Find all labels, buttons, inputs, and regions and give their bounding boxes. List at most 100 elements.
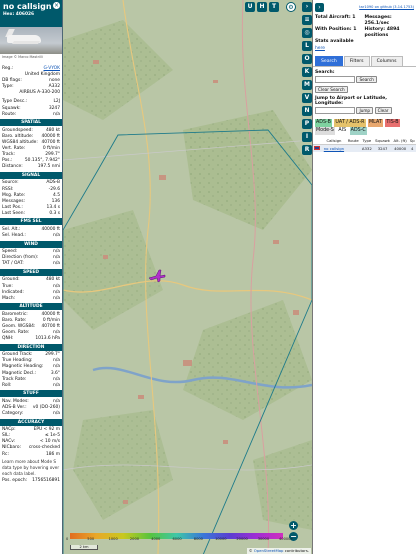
total-aircraft-label: Total Aircraft: [315, 15, 351, 20]
reset-map-icon[interactable]: ◎ [302, 28, 312, 38]
info-row: Category: n/a [0, 411, 62, 417]
legend-label: 4000 [151, 537, 161, 541]
map-button-l[interactable]: L [302, 41, 312, 51]
pos-epoch-row: Pos. epoch: 1756516891 [0, 478, 62, 484]
search-input[interactable] [315, 76, 355, 83]
table-header[interactable]: Sp [408, 137, 416, 145]
map-button-n[interactable]: N [302, 106, 312, 116]
map[interactable]: + − [63, 0, 312, 554]
source-flags: ADS-B UAT / ADS-R MLAT TIS-B Mode-S AIS … [313, 117, 416, 137]
map-button-r[interactable]: R [302, 145, 312, 155]
legend-label: 30000 [257, 537, 270, 541]
stats-link[interactable]: here [313, 46, 416, 51]
flag-adsb[interactable]: ADS-B [315, 119, 332, 127]
map-button-o[interactable]: O [302, 54, 312, 64]
aircraft-table: Callsign Route Type Squawk Alt. (ft) Sp no ca… [313, 137, 416, 152]
sidebar: › tar1090 on github (3.14.1753) Total Ai… [312, 0, 416, 554]
info-row-label: TAT / OAT: [2, 261, 24, 267]
map-button-t[interactable]: T [269, 2, 279, 12]
clear-search-button[interactable]: Clear Search [315, 86, 348, 93]
flag-tisb[interactable]: TIS-B [385, 119, 400, 127]
info-row-value: n/a [53, 411, 60, 417]
legend-label: 500 [87, 537, 95, 541]
info-row: TAT / OAT: n/a [0, 261, 62, 267]
legend-label: 6000 [172, 537, 182, 541]
photo-credit: Image © Marco Mastrilli [2, 55, 43, 59]
zoom-in-button[interactable]: + [289, 521, 298, 530]
table-header[interactable]: Type [360, 137, 374, 145]
github-link[interactable]: tar1090 on github (3.14.1753) [359, 5, 414, 9]
hex-label: Hex: [3, 12, 15, 17]
close-icon[interactable]: × [53, 2, 60, 9]
aircraft-photo[interactable] [0, 27, 62, 54]
legend-label: 40000+ [279, 537, 294, 541]
table-header[interactable] [313, 137, 322, 145]
hex-code: Hex: 406026 [3, 12, 59, 17]
info-row: Sel. Head.: n/a [0, 233, 62, 239]
flag-ais[interactable]: AIS [337, 127, 348, 135]
with-position: With Position: 1 [315, 27, 365, 39]
osm-link[interactable]: OpenStreetMap [254, 548, 284, 553]
pos-epoch-value: 1756516891 [32, 477, 60, 483]
info-row-value: n/a [53, 295, 60, 301]
hex-value: 406026 [15, 12, 35, 17]
map-button-v[interactable]: V [302, 93, 312, 103]
jump-input[interactable] [315, 107, 355, 114]
jump-button[interactable]: Jump [356, 107, 374, 114]
map-attribution: © OpenStreetMap contributors. [246, 548, 311, 554]
flag-modes[interactable]: Mode-S [315, 127, 335, 135]
tab-columns[interactable]: Columns [370, 56, 403, 66]
flag-uat[interactable]: UAT / ADS-R [334, 119, 366, 127]
scale-bar: 2 km [70, 545, 98, 550]
section-speed: SPEED [0, 268, 62, 276]
section-spatial: SPATIAL [0, 119, 62, 127]
info-row-label: Distance: [2, 164, 23, 170]
sidebar-top: › tar1090 on github (3.14.1753) [313, 0, 416, 14]
aircraft-info-panel: no callsign Hex: 406026 × Image © Marco … [0, 0, 63, 554]
settings-icon[interactable]: ⚙ [286, 2, 296, 12]
table-cell: 3247 [373, 144, 392, 152]
flag-mlat[interactable]: MLAT [368, 119, 383, 127]
map-button-k[interactable]: K [302, 67, 312, 77]
info-row-value: 1013.6 hPa [35, 336, 60, 342]
history: History: 4894 positions [365, 27, 415, 39]
tab-filters[interactable]: Filters [343, 56, 370, 66]
search-form: Search: Search Clear Search Jump to Airp… [313, 67, 416, 117]
map-button-p[interactable]: P [302, 119, 312, 129]
route-row: Route: n/a [0, 112, 62, 118]
info-row-label: Mach: [2, 295, 16, 301]
total-aircraft: Total Aircraft: 1 [315, 15, 365, 27]
info-row-value: n/a [53, 261, 60, 267]
table-header[interactable]: Callsign [321, 137, 347, 145]
layers-icon[interactable]: ≡ [302, 15, 312, 25]
info-row: QNH: 1013.6 hPa [0, 336, 62, 342]
map-button-i[interactable]: I [302, 132, 312, 142]
table-header[interactable]: Alt. (ft) [391, 137, 409, 145]
search-label: Search: [315, 70, 335, 75]
map-button-m[interactable]: M [302, 80, 312, 90]
aircraft-icon[interactable] [148, 268, 166, 284]
expand-sidebar-icon[interactable]: › [302, 2, 312, 12]
flag-adsc[interactable]: ADS-C [349, 127, 367, 135]
clear-button[interactable]: Clear [374, 107, 392, 114]
reg-label: Reg.: [2, 66, 14, 71]
table-cell[interactable]: no callsign [321, 144, 347, 152]
tab-search[interactable]: Search [315, 56, 343, 66]
map-button-u[interactable]: U [245, 2, 255, 12]
search-button[interactable]: Search [356, 76, 377, 83]
collapse-sidebar-icon[interactable]: › [315, 2, 324, 12]
type-label: Type: [2, 84, 14, 90]
map-button-h[interactable]: H [257, 2, 267, 12]
section-accuracy: ACCURACY [0, 418, 62, 426]
table-header[interactable]: Squawk [373, 137, 392, 145]
total-aircraft-value: 1 [352, 15, 356, 20]
type-full-value: AIRBUS A-330-200 [19, 90, 60, 96]
info-row-value: 0.3 s [49, 210, 60, 216]
route-label: Route: [2, 111, 17, 117]
info-row-label: Roll: [2, 382, 12, 388]
section-stuff: STUFF [0, 390, 62, 398]
route-value: n/a [53, 111, 60, 117]
table-header[interactable]: Route [346, 137, 361, 145]
table-row[interactable]: no callsign A332 3247 40000 4 [313, 144, 416, 152]
map-canvas[interactable] [63, 0, 312, 554]
